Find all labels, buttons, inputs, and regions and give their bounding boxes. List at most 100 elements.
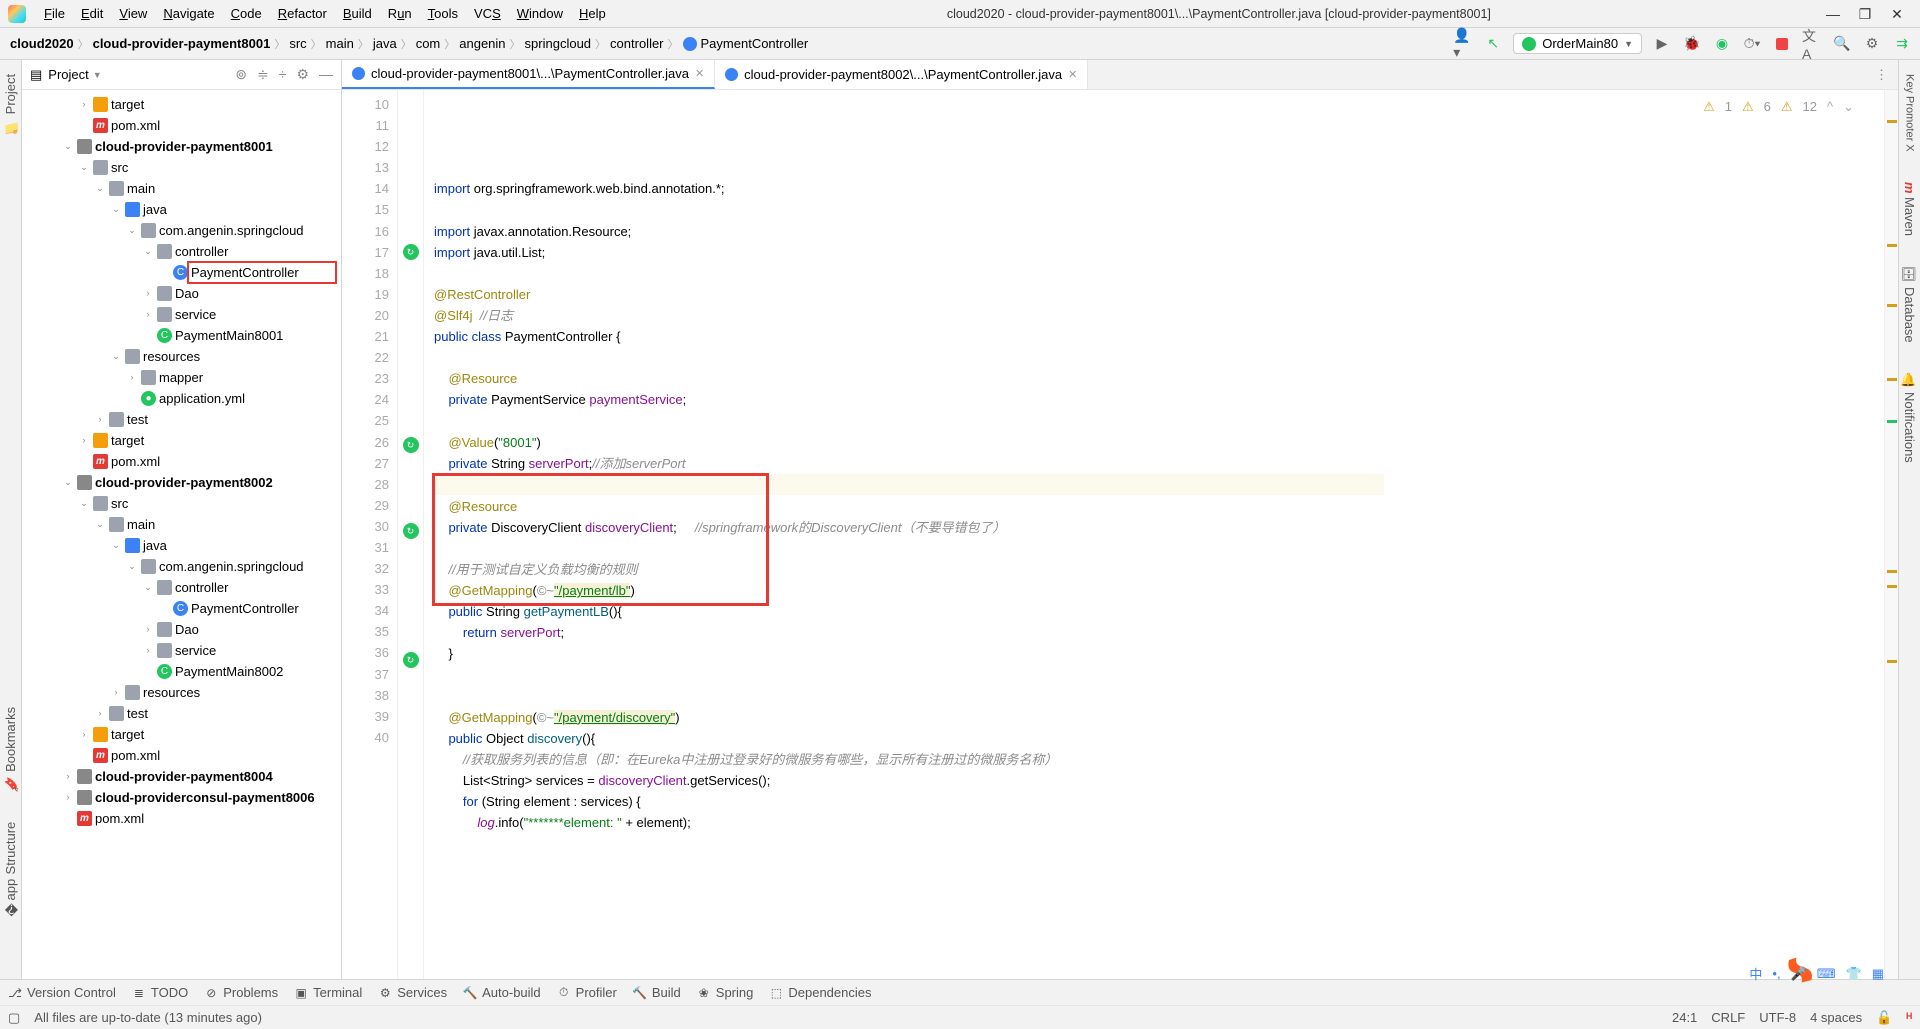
tree-node[interactable]: ›test [22, 409, 341, 430]
menu-view[interactable]: View [113, 4, 153, 23]
menu-tools[interactable]: Tools [422, 4, 464, 23]
side-tab-maven[interactable]: mMaven [1900, 176, 1919, 243]
debug-button[interactable]: 🐞 [1682, 34, 1702, 54]
tree-node[interactable]: ›test [22, 703, 341, 724]
project-view-selector[interactable]: Project ▼ [48, 67, 229, 82]
menu-file[interactable]: File [38, 4, 71, 23]
bottom-tab-profiler[interactable]: ⏱Profiler [557, 985, 617, 1000]
stop-button[interactable] [1772, 34, 1792, 54]
menu-code[interactable]: Code [225, 4, 268, 23]
menu-vcs[interactable]: VCS [468, 4, 507, 23]
bottom-tab-spring[interactable]: ❀Spring [697, 985, 754, 1000]
tree-twisty-icon[interactable]: ⌄ [94, 179, 106, 198]
breadcrumb-item[interactable]: src [287, 34, 308, 53]
user-icon[interactable]: 👤▾ [1453, 34, 1473, 54]
tree-node[interactable]: ›target [22, 430, 341, 451]
tree-twisty-icon[interactable]: › [110, 683, 122, 702]
tree-node[interactable]: ⌄main [22, 178, 341, 199]
coverage-button[interactable]: ◉ [1712, 34, 1732, 54]
tree-node[interactable]: ›cloud-provider-payment8004 [22, 766, 341, 787]
tree-node[interactable]: CPaymentMain8002 [22, 661, 341, 682]
tree-twisty-icon[interactable]: ⌄ [94, 515, 106, 534]
tree-twisty-icon[interactable]: › [142, 284, 154, 303]
tree-node[interactable]: ⌄resources [22, 346, 341, 367]
settings-icon[interactable]: ⚙ [1862, 34, 1882, 54]
breadcrumb-item[interactable]: cloud2020 [8, 34, 76, 53]
tree-node[interactable]: ⌄java [22, 535, 341, 556]
error-stripe[interactable] [1884, 90, 1898, 979]
breadcrumb-item[interactable]: cloud-provider-payment8001 [91, 34, 273, 53]
tree-node[interactable]: mpom.xml [22, 115, 341, 136]
menu-window[interactable]: Window [511, 4, 569, 23]
chevron-down-icon[interactable]: ⌄ [1843, 96, 1854, 117]
tree-node[interactable]: mpom.xml [22, 745, 341, 766]
breadcrumb-item[interactable]: com [414, 34, 443, 53]
run-gutter-icon[interactable]: ↻ [403, 437, 419, 453]
tree-twisty-icon[interactable]: › [142, 641, 154, 660]
project-tree[interactable]: ›targetmpom.xml⌄cloud-provider-payment80… [22, 90, 341, 979]
bottom-tab-problems[interactable]: ⊘Problems [204, 985, 278, 1000]
maximize-button[interactable]: ❐ [1858, 7, 1872, 21]
tree-twisty-icon[interactable]: › [62, 767, 74, 786]
readonly-lock-icon[interactable]: 🔓 [1876, 1010, 1892, 1026]
side-tab-structure[interactable]: �appStructure [1, 816, 20, 921]
tree-node[interactable]: ›service [22, 640, 341, 661]
run-gutter-icon[interactable]: ↻ [403, 523, 419, 539]
tree-node[interactable]: ⌄controller [22, 241, 341, 262]
expand-all-icon[interactable]: ≑ [257, 66, 269, 83]
bottom-tab-todo[interactable]: ≣TODO [132, 985, 188, 1000]
bottom-tab-version-control[interactable]: ⎇Version Control [8, 985, 116, 1000]
tree-twisty-icon[interactable]: › [94, 410, 106, 429]
line-number-gutter[interactable]: 1011121314151617181920212223242526272829… [342, 90, 398, 979]
tree-twisty-icon[interactable]: ⌄ [62, 137, 74, 156]
tree-twisty-icon[interactable]: › [78, 431, 90, 450]
minimize-button[interactable]: — [1826, 7, 1840, 21]
icon-gutter[interactable]: ↻↻↻↻ [398, 90, 424, 979]
breadcrumb-item[interactable]: controller [608, 34, 665, 53]
build-hammer-icon[interactable]: ↖ [1483, 34, 1503, 54]
tree-twisty-icon[interactable]: › [142, 305, 154, 324]
tree-node[interactable]: ⌄src [22, 157, 341, 178]
tree-twisty-icon[interactable]: › [126, 368, 138, 387]
tree-node[interactable]: ›cloud-providerconsul-payment8006 [22, 787, 341, 808]
ime-toolbar[interactable]: 中 •, 🎤 ⌨ 👕 ▦ [1749, 964, 1884, 983]
tree-node[interactable]: ›resources [22, 682, 341, 703]
tree-twisty-icon[interactable]: ⌄ [142, 578, 154, 597]
hide-panel-icon[interactable]: — [319, 66, 333, 83]
ime-skin-icon[interactable]: 👕 [1846, 966, 1862, 982]
editor-tab[interactable]: cloud-provider-payment8001\...\PaymentCo… [342, 60, 715, 89]
tree-twisty-icon[interactable]: ⌄ [110, 347, 122, 366]
run-button[interactable]: ▶ [1652, 34, 1672, 54]
tree-node[interactable]: CPaymentController [22, 262, 341, 283]
collapse-all-icon[interactable]: ÷ [279, 66, 287, 83]
close-button[interactable]: ✕ [1890, 7, 1904, 21]
side-tab-keypromoter[interactable]: Key Promoter X [1902, 68, 1918, 158]
cursor-position[interactable]: 24:1 [1672, 1010, 1697, 1025]
tree-node[interactable]: ›target [22, 94, 341, 115]
tree-node[interactable]: ›Dao [22, 619, 341, 640]
run-config-selector[interactable]: OrderMain80 ▼ [1513, 33, 1642, 54]
tree-twisty-icon[interactable]: ⌄ [110, 200, 122, 219]
breadcrumb-item[interactable]: java [371, 34, 399, 53]
breadcrumb-item[interactable]: main [324, 34, 356, 53]
tree-node[interactable]: ›mapper [22, 367, 341, 388]
line-separator[interactable]: CRLF [1711, 1010, 1745, 1025]
settings-icon[interactable]: ⚙ [296, 66, 309, 83]
tool-window-quick-access-icon[interactable]: ▢ [8, 1010, 20, 1026]
tree-twisty-icon[interactable]: ⌄ [110, 536, 122, 555]
close-tab-icon[interactable]: ✕ [1068, 68, 1077, 81]
side-tab-database[interactable]: 🗄Database [1900, 260, 1919, 348]
menu-navigate[interactable]: Navigate [157, 4, 220, 23]
tree-twisty-icon[interactable]: › [62, 788, 74, 807]
tree-node[interactable]: ⌄com.angenin.springcloud [22, 556, 341, 577]
tree-node[interactable]: ⌄cloud-provider-payment8002 [22, 472, 341, 493]
menu-run[interactable]: Run [382, 4, 418, 23]
tree-node[interactable]: ●application.yml [22, 388, 341, 409]
tree-node[interactable]: ⌄controller [22, 577, 341, 598]
inspection-widget[interactable]: ⚠1 ⚠6 ⚠12 ^ ⌄ [1703, 96, 1854, 117]
search-icon[interactable]: 🔍 [1832, 34, 1852, 54]
tree-node[interactable]: ›service [22, 304, 341, 325]
bottom-tab-auto-build[interactable]: 🔨Auto-build [463, 985, 541, 1000]
indent-info[interactable]: 4 spaces [1810, 1010, 1862, 1025]
tree-twisty-icon[interactable]: ⌄ [126, 557, 138, 576]
